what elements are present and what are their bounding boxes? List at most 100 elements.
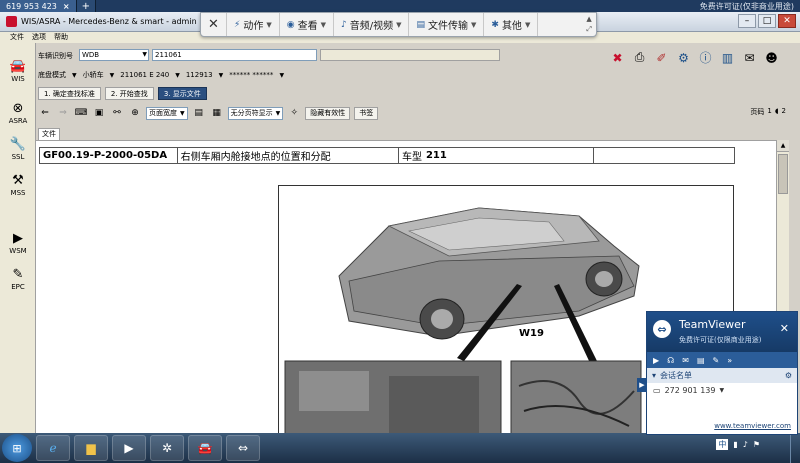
play-icon: ▶ bbox=[13, 230, 23, 246]
collapse-toolbar-icon[interactable]: ▲ bbox=[586, 15, 592, 24]
chevron-down-icon[interactable]: ▼ bbox=[219, 72, 224, 79]
zoom-icon[interactable]: ⊕ bbox=[128, 106, 142, 120]
validity-icon[interactable]: ✧ bbox=[287, 106, 301, 120]
chevron-down-icon[interactable]: ▼ bbox=[110, 72, 115, 79]
browser-icon[interactable]: ℯ bbox=[36, 435, 70, 461]
session-list-header[interactable]: ▾ 会话名单 ⚙ bbox=[647, 368, 797, 383]
sidebar-item-wis[interactable]: 🚘 WIS bbox=[0, 57, 36, 84]
close-icon[interactable]: × bbox=[63, 2, 70, 11]
headset-icon[interactable]: ☊ bbox=[667, 356, 674, 365]
network-icon[interactable]: ▮ bbox=[733, 440, 737, 449]
panel-expand-icon[interactable]: ▶ bbox=[637, 378, 647, 392]
chevron-down-icon: ▼ bbox=[320, 20, 326, 29]
vin-suffix-input[interactable] bbox=[320, 49, 500, 61]
user-icon[interactable]: ☻ bbox=[762, 48, 781, 67]
chevron-down-icon[interactable]: ▼ bbox=[719, 387, 724, 394]
settings-icon[interactable]: ⚙ bbox=[674, 48, 693, 67]
print-icon[interactable]: ⎙ bbox=[630, 48, 649, 67]
more-icon[interactable]: » bbox=[727, 356, 732, 365]
menu-help[interactable]: 帮助 bbox=[54, 32, 68, 43]
step-define-criteria[interactable]: 1. 确定查找标准 bbox=[38, 87, 101, 100]
chat-icon[interactable]: ✉ bbox=[682, 356, 689, 365]
teamviewer-license: 免费许可证(仅限商业用途) bbox=[679, 336, 762, 344]
speaker-icon[interactable]: ♪ bbox=[743, 440, 748, 449]
forward-arrow-icon[interactable]: ⇒ bbox=[56, 106, 70, 120]
book-icon[interactable]: ▥ bbox=[718, 48, 737, 67]
teamviewer-panel-actions: ▶ ☊ ✉ ▤ ✎ » bbox=[647, 352, 797, 368]
scroll-thumb[interactable] bbox=[778, 154, 788, 194]
engine-code: 112913 bbox=[185, 71, 213, 79]
vehicle-model: 211061 E 240 bbox=[120, 71, 170, 79]
video-icon[interactable]: ▶ bbox=[653, 356, 659, 365]
remote-session-tab[interactable]: 619 953 423 × bbox=[0, 0, 77, 12]
zoom-select[interactable]: 页面宽度 ▼ bbox=[146, 106, 188, 120]
tv-menu-audio-video[interactable]: ♪ 音频/视频 ▼ bbox=[334, 13, 410, 36]
page-current: 1 bbox=[767, 107, 772, 115]
media-player-icon[interactable]: ▶ bbox=[112, 435, 146, 461]
eraser-icon[interactable]: ✐ bbox=[652, 48, 671, 67]
page-prev-icon[interactable]: ◖ bbox=[775, 107, 779, 117]
sidebar-item-asra[interactable]: ⊗ ASRA bbox=[0, 99, 36, 126]
window-title: WIS/ASRA - Mercedes-Benz & smart - admin bbox=[21, 17, 197, 26]
image-icon[interactable]: ▣ bbox=[92, 106, 106, 120]
back-arrow-icon[interactable]: ⇐ bbox=[38, 106, 52, 120]
bookmark-button[interactable]: 书签 bbox=[354, 106, 379, 120]
sidebar-item-epc[interactable]: ✎ EPC bbox=[0, 265, 36, 292]
folder-icon[interactable]: ▆ bbox=[74, 435, 108, 461]
new-tab-button[interactable]: + bbox=[76, 0, 96, 12]
tv-menu-view[interactable]: ◉ 查看 ▼ bbox=[280, 13, 334, 36]
app-logo-icon bbox=[6, 16, 17, 27]
vin-input[interactable]: 211061 bbox=[152, 49, 317, 61]
hide-validity-button[interactable]: 隐藏有效性 bbox=[305, 106, 351, 120]
mail-icon[interactable]: ✉ bbox=[740, 48, 759, 67]
file-icon[interactable]: ▤ bbox=[697, 356, 705, 365]
gear-icon[interactable]: ⚙ bbox=[785, 371, 792, 380]
clear-icon[interactable]: ✖ bbox=[608, 48, 627, 67]
teamviewer-link[interactable]: www.teamviewer.com bbox=[714, 422, 791, 430]
page-layout-icon[interactable]: ▤ bbox=[192, 106, 206, 120]
tab-file[interactable]: 文件 bbox=[38, 128, 60, 140]
chevron-down-icon[interactable]: ▼ bbox=[72, 72, 77, 79]
maximize-toolbar-icon[interactable]: ⤢ bbox=[586, 25, 592, 34]
chevron-down-icon[interactable]: ▼ bbox=[279, 72, 284, 79]
teamviewer-app-icon[interactable]: ⇔ bbox=[226, 435, 260, 461]
step-start-search[interactable]: 2. 开始查找 bbox=[104, 87, 154, 100]
minimize-icon[interactable]: – bbox=[738, 14, 756, 28]
chevron-down-icon: ▼ bbox=[142, 51, 147, 58]
chevron-down-icon: ▼ bbox=[275, 109, 281, 117]
step-show-document[interactable]: 3. 显示文件 bbox=[157, 87, 207, 100]
info-icon[interactable]: ⓘ bbox=[696, 48, 715, 67]
keyboard-icon[interactable]: ⌨ bbox=[74, 106, 88, 120]
menu-options[interactable]: 选项 bbox=[32, 32, 46, 43]
pen-icon[interactable]: ✎ bbox=[713, 356, 720, 365]
show-desktop-button[interactable] bbox=[790, 433, 800, 463]
close-window-icon[interactable]: ✕ bbox=[778, 14, 796, 28]
teamviewer-logo-icon: ⇔ bbox=[653, 320, 671, 338]
vehicle-info-row: 底盘模式 ▼ 小轿车 ▼ 211061 E 240 ▼ 112913 ▼ ***… bbox=[36, 68, 800, 82]
end-session-button[interactable]: ✕ bbox=[201, 13, 227, 36]
chevron-down-icon[interactable]: ▼ bbox=[175, 72, 180, 79]
link-icon[interactable]: ⚯ bbox=[110, 106, 124, 120]
tv-menu-actions[interactable]: ⚡ 动作 ▼ bbox=[227, 13, 280, 36]
mercedes-star-icon[interactable]: ✲ bbox=[150, 435, 184, 461]
wis-app-icon[interactable]: 🚘 bbox=[188, 435, 222, 461]
scroll-up-icon[interactable]: ▲ bbox=[777, 140, 789, 152]
vin-prefix-select[interactable]: WDB ▼ bbox=[79, 49, 149, 61]
sidebar-item-ssl[interactable]: 🔧 SSL bbox=[0, 135, 36, 162]
page-total: 2 bbox=[781, 107, 786, 115]
tv-menu-file-transfer[interactable]: ▤ 文件传输 ▼ bbox=[409, 13, 485, 36]
sidebar-item-mss[interactable]: ⚒ MSS bbox=[0, 171, 36, 198]
menu-file[interactable]: 文件 bbox=[10, 32, 24, 43]
sidebar-item-wsm[interactable]: ▶ WSM bbox=[0, 229, 36, 256]
tv-menu-extras[interactable]: ✱ 其他 ▼ bbox=[484, 13, 539, 36]
grid-icon[interactable]: ▦ bbox=[210, 106, 224, 120]
session-partner-row[interactable]: ▭ 272 901 139 ▼ bbox=[647, 383, 797, 397]
tv-menu-extras-label: 其他 bbox=[501, 21, 522, 32]
start-button[interactable]: ⊞ bbox=[2, 434, 32, 462]
maximize-icon[interactable]: □ bbox=[758, 14, 776, 28]
teamviewer-panel: ▶ ⇔ TeamViewer 免费许可证(仅限商业用途) ✕ ▶ ☊ ✉ ▤ ✎… bbox=[637, 311, 798, 435]
ime-indicator[interactable]: 中 bbox=[716, 439, 729, 450]
page-break-select[interactable]: 无分页符显示 ▼ bbox=[227, 106, 284, 120]
close-icon[interactable]: ✕ bbox=[780, 322, 789, 335]
flag-icon[interactable]: ⚑ bbox=[753, 440, 760, 449]
